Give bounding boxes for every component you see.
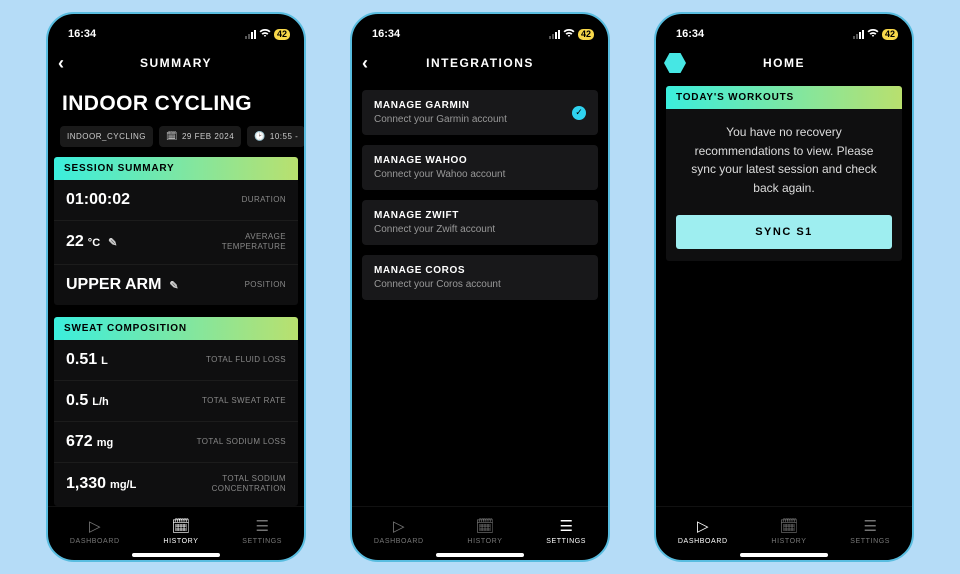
session-summary-card: 01:00:02 DURATION 22°C✎ AVERAGE TEMPERAT… (54, 180, 298, 305)
battery-icon: 42 (274, 29, 290, 40)
nav-header: ‹ SUMMARY (48, 48, 304, 78)
status-bar: 16:34 42 (48, 14, 304, 48)
nav-header: HOME (656, 48, 912, 78)
tab-bar: ▷DASHBOARD 🗓HISTORY ☰SETTINGS (352, 506, 608, 560)
tab-bar: ▷DASHBOARD 🗓HISTORY ☰SETTINGS (656, 506, 912, 560)
header-title: HOME (763, 56, 805, 70)
signal-icon (853, 30, 864, 39)
integration-garmin[interactable]: MANAGE GARMIN Connect your Garmin accoun… (362, 90, 598, 135)
tab-history[interactable]: 🗓HISTORY (163, 517, 198, 545)
play-circle-icon: ▷ (393, 517, 405, 535)
metric-position[interactable]: UPPER ARM✎ POSITION (54, 265, 298, 305)
empty-state-message: You have no recovery recommendations to … (666, 109, 902, 211)
metric-fluid-loss: 0.51L TOTAL FLUID LOSS (54, 340, 298, 381)
metric-duration: 01:00:02 DURATION (54, 180, 298, 221)
section-header-sweat: SWEAT COMPOSITION (54, 317, 298, 340)
status-bar: 16:34 42 (656, 14, 912, 48)
header-title: INTEGRATIONS (426, 56, 534, 70)
card-header: TODAY'S WORKOUTS (666, 86, 902, 109)
wifi-icon (563, 28, 575, 41)
integration-coros[interactable]: MANAGE COROS Connect your Coros account (362, 255, 598, 300)
section-header-session: SESSION SUMMARY (54, 157, 298, 180)
metric-sodium-concentration: 1,330mg/L TOTAL SODIUM CONCENTRATION (54, 463, 298, 506)
status-time: 16:34 (372, 28, 400, 40)
sliders-icon: ☰ (559, 517, 572, 535)
calendar-icon: 🗓 (166, 131, 178, 142)
tab-settings[interactable]: ☰SETTINGS (546, 517, 586, 545)
play-circle-icon: ▷ (697, 517, 709, 535)
edit-icon[interactable]: ✎ (108, 236, 117, 249)
sweat-composition-card: 0.51L TOTAL FLUID LOSS 0.5L/h TOTAL SWEA… (54, 340, 298, 506)
metric-temperature[interactable]: 22°C✎ AVERAGE TEMPERATURE (54, 221, 298, 265)
nav-header: ‹ INTEGRATIONS (352, 48, 608, 78)
home-indicator[interactable] (740, 553, 828, 557)
tab-history[interactable]: 🗓HISTORY (467, 517, 502, 545)
wifi-icon (259, 28, 271, 41)
status-time: 16:34 (676, 28, 704, 40)
back-button[interactable]: ‹ (362, 53, 370, 74)
chip-activity-type: INDOOR_CYCLING (60, 126, 153, 147)
tab-settings[interactable]: ☰SETTINGS (242, 517, 282, 545)
tab-dashboard[interactable]: ▷DASHBOARD (374, 517, 424, 545)
tab-dashboard[interactable]: ▷DASHBOARD (70, 517, 120, 545)
page-title: INDOOR CYCLING (54, 78, 298, 126)
edit-icon[interactable]: ✎ (169, 279, 178, 292)
sync-button[interactable]: SYNC S1 (676, 215, 892, 249)
tab-settings[interactable]: ☰SETTINGS (850, 517, 890, 545)
tab-history[interactable]: 🗓HISTORY (771, 517, 806, 545)
tab-bar: ▷DASHBOARD 🗓HISTORY ☰SETTINGS (48, 506, 304, 560)
calendar-icon: 🗓 (779, 517, 798, 535)
check-icon: ✓ (572, 106, 586, 120)
app-logo-icon (664, 53, 686, 73)
todays-workouts-card: TODAY'S WORKOUTS You have no recovery re… (666, 86, 902, 261)
wifi-icon (867, 28, 879, 41)
clock-icon: 🕑 (254, 131, 266, 142)
metric-sodium-loss: 672mg TOTAL SODIUM LOSS (54, 422, 298, 463)
phone-summary: 16:34 42 ‹ SUMMARY INDOOR CYCLING INDOOR… (46, 12, 306, 562)
home-indicator[interactable] (436, 553, 524, 557)
integration-wahoo[interactable]: MANAGE WAHOO Connect your Wahoo account (362, 145, 598, 190)
sliders-icon: ☰ (255, 517, 268, 535)
chip-time: 🕑10:55 - (247, 126, 304, 147)
phone-home: 16:34 42 HOME TODAY'S WORKOUTS You have … (654, 12, 914, 562)
phone-integrations: 16:34 42 ‹ INTEGRATIONS MANAGE GARMIN Co… (350, 12, 610, 562)
calendar-icon: 🗓 (171, 517, 190, 535)
signal-icon (549, 30, 560, 39)
sliders-icon: ☰ (863, 517, 876, 535)
header-title: SUMMARY (140, 56, 212, 70)
status-bar: 16:34 42 (352, 14, 608, 48)
battery-icon: 42 (882, 29, 898, 40)
integration-zwift[interactable]: MANAGE ZWIFT Connect your Zwift account (362, 200, 598, 245)
signal-icon (245, 30, 256, 39)
metric-sweat-rate: 0.5L/h TOTAL SWEAT RATE (54, 381, 298, 422)
home-indicator[interactable] (132, 553, 220, 557)
battery-icon: 42 (578, 29, 594, 40)
calendar-icon: 🗓 (475, 517, 494, 535)
status-time: 16:34 (68, 28, 96, 40)
play-circle-icon: ▷ (89, 517, 101, 535)
chip-date: 🗓29 FEB 2024 (159, 126, 241, 147)
back-button[interactable]: ‹ (58, 53, 66, 74)
tab-dashboard[interactable]: ▷DASHBOARD (678, 517, 728, 545)
